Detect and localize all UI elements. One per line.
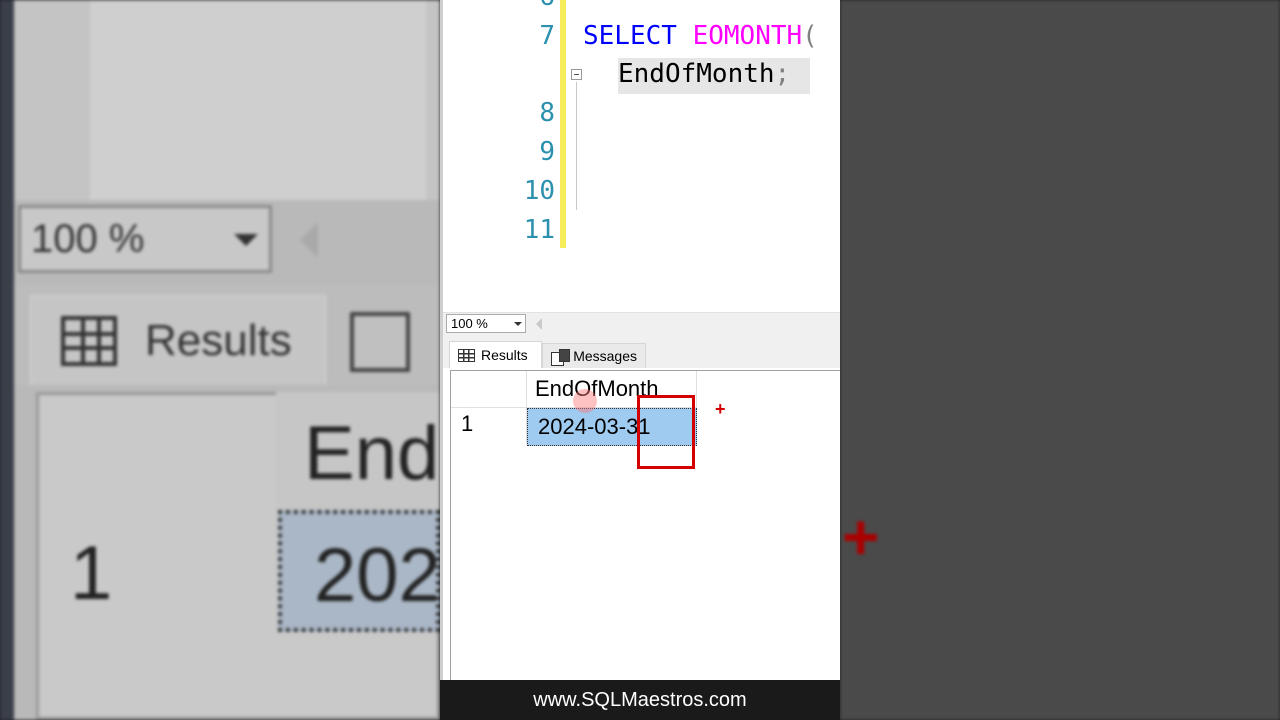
- code-line-7: SELECT EOMONTH(: [583, 21, 818, 51]
- line-number: 7: [539, 21, 555, 51]
- tab-messages-label: Messages: [573, 348, 637, 364]
- grid-icon: [458, 348, 475, 362]
- line-number: 9: [539, 137, 555, 167]
- collapse-icon[interactable]: [571, 69, 582, 80]
- tab-results[interactable]: Results: [449, 341, 542, 368]
- results-tabbar: Results Messages: [443, 334, 840, 368]
- background-grid-icon: [61, 315, 117, 366]
- background-editor-inner: [90, 0, 426, 200]
- footer-text: www.SQLMaestros.com: [533, 688, 747, 711]
- results-grid[interactable]: EndOfMonth 1 2024-03-31 +: [450, 370, 840, 680]
- background-results-label: Results: [145, 315, 292, 365]
- row-number: 1: [461, 411, 474, 436]
- line-number: 11: [523, 215, 555, 245]
- background-messages-icon: [350, 312, 410, 372]
- grid-corner[interactable]: [451, 371, 527, 408]
- background-zoom-arrow-icon: [234, 234, 258, 246]
- fold-guide: [576, 82, 577, 210]
- line-number: 10: [523, 176, 555, 206]
- background-strip: [0, 0, 14, 720]
- ssms-panel: 6 7 8 9 10 11 SELECT EOMONTH( EndOfMonth…: [440, 0, 840, 720]
- scroll-left-icon[interactable]: [536, 318, 542, 330]
- semicolon: ;: [774, 59, 791, 89]
- code-line-alias: EndOfMonth;: [618, 59, 790, 89]
- zoom-label: 100 %: [451, 316, 488, 331]
- background-zoom-label: 100 %: [31, 216, 145, 261]
- background-row-number: 1: [70, 531, 113, 616]
- messages-icon: [551, 348, 571, 366]
- background-cell: 2024-03-31: [278, 510, 440, 632]
- function-eomonth: EOMONTH: [692, 21, 803, 51]
- line-number: 6: [495, 0, 555, 12]
- query-editor[interactable]: 6 7 8 9 10 11 SELECT EOMONTH( EndOfMonth…: [443, 0, 840, 312]
- background-left-zoomed: 100 % Results EndOfMonth 1 2024-03-31: [0, 0, 440, 720]
- background-plus-icon: +: [842, 501, 880, 573]
- zoom-select[interactable]: 100 %: [446, 314, 526, 333]
- tab-results-label: Results: [481, 347, 528, 363]
- annotation-highlight-box: [637, 395, 695, 469]
- background-right-zoomed: +: [840, 0, 1280, 720]
- chevron-down-icon[interactable]: [514, 322, 522, 326]
- open-paren: (: [802, 21, 818, 51]
- change-tracking-bar: [560, 0, 566, 248]
- cursor-plus-icon: +: [715, 399, 726, 419]
- background-column-header: EndOfMonth: [276, 392, 440, 510]
- background-results-tab: Results: [30, 295, 326, 385]
- line-number: 8: [539, 98, 555, 128]
- cursor-highlight: [573, 389, 597, 413]
- keyword-select: SELECT: [583, 21, 677, 51]
- background-scroll-left-icon: [300, 222, 318, 258]
- watermark-footer: www.SQLMaestros.com: [440, 680, 840, 720]
- tab-messages[interactable]: Messages: [542, 343, 646, 368]
- alias-identifier: EndOfMonth: [618, 59, 775, 89]
- editor-status-row: 100 %: [443, 312, 840, 334]
